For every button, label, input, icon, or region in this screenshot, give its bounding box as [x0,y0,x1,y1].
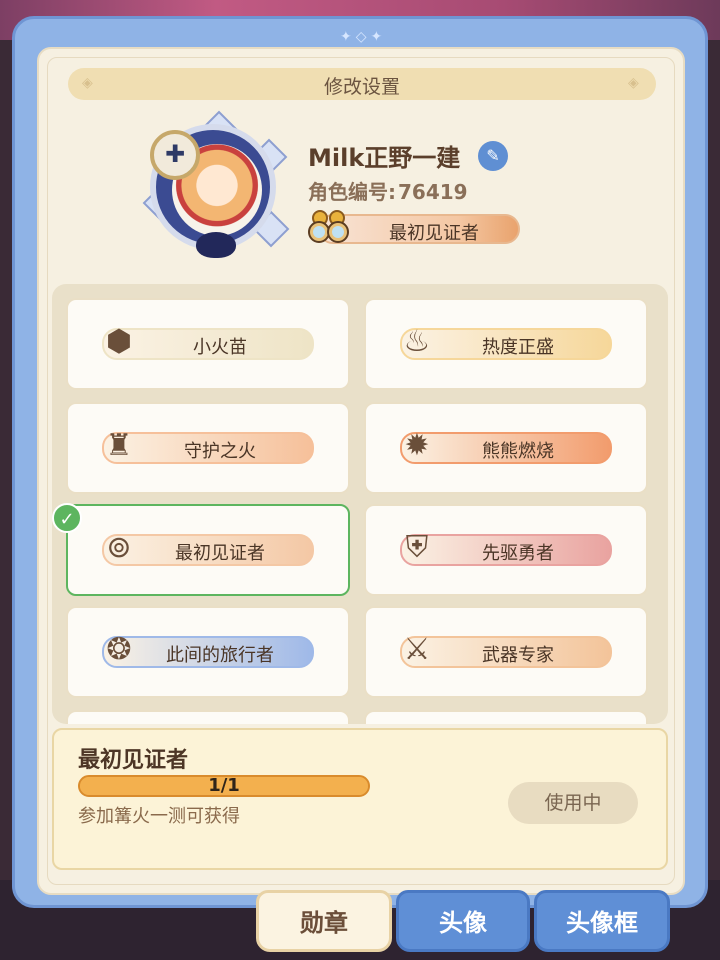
progress-bar: 1/1 [78,775,370,797]
badge-label: 武器专家 [482,645,554,666]
title-bar: ◈ 修改设置 ◈ [68,68,656,100]
detail-description: 参加篝火一测可获得 [78,806,240,827]
page-title: 修改设置 [323,76,400,98]
guardian-flame-icon: ♜ [105,428,133,463]
diamond-icon: ◈ [628,75,639,91]
pioneer-shield-icon: ⛨ [405,530,429,565]
binoculars-icon: ⊚ [106,530,132,565]
avatar[interactable]: ✚ [142,110,290,262]
tab-avatar[interactable]: 头像 [396,890,530,952]
equipped-badge-label: 最初见证者 [389,223,479,244]
badge-card[interactable]: 小火苗 ⬢ [66,298,350,390]
cat-emblem-icon [196,232,236,258]
badge-card[interactable] [364,710,648,724]
player-id: 角色编号: 76419 [308,176,468,205]
badge-label: 热度正盛 [482,337,554,358]
player-id-value: 76419 [398,180,468,204]
badge-card[interactable]: 此间的旅行者 ❂ [66,606,350,698]
badge-card[interactable]: 最初见证者 ⊚ [66,504,350,596]
badge-detail-panel: 最初见证者 1/1 参加篝火一测可获得 使用中 [52,728,668,870]
badge-card[interactable]: 热度正盛 ♨ [364,298,648,390]
detail-title: 最初见证者 [78,748,189,773]
tab-badges[interactable]: 勋章 [256,890,392,952]
binoculars-icon [308,210,349,243]
player-name: Milk正野一建 [308,144,461,172]
in-use-button[interactable]: 使用中 [508,782,638,824]
badge-card[interactable]: 先驱勇者 ⛨ [364,504,648,596]
badge-label: 熊熊燃烧 [482,441,554,462]
crossed-swords-icon: ⚔ [403,632,431,667]
flame-hexagon-icon: ⬢ [105,324,133,359]
blazing-crest-icon: ✹ [404,428,430,463]
badge-card[interactable]: 熊熊燃烧 ✹ [364,402,648,494]
badge-grid[interactable]: 小火苗 ⬢ 热度正盛 ♨ 守护之火 ♜ 熊熊燃烧 ✹ 最初见证者 ⊚ 先驱勇者 ⛨ 此间的旅行者 ❂ 武器专… [52,284,668,724]
progress-text: 1/1 [208,775,240,796]
frame-ornament-icon: ✦◇✦ [340,29,387,45]
cross-medal-icon: ✚ [150,130,200,180]
tab-avatar-frame[interactable]: 头像框 [534,890,670,952]
traveler-shell-icon: ❂ [106,632,132,667]
badge-label: 守护之火 [184,441,256,462]
badge-label: 先驱勇者 [482,543,554,564]
badge-label: 此间的旅行者 [166,645,274,666]
selected-check-icon: ✓ [52,503,82,533]
badge-label: 小火苗 [193,337,247,358]
badge-card[interactable] [66,710,350,724]
badge-card[interactable]: 武器专家 ⚔ [364,606,648,698]
badge-card[interactable]: 守护之火 ♜ [66,402,350,494]
badge-label: 最初见证者 [175,543,265,564]
flame-banner-icon: ♨ [403,324,431,359]
player-id-label: 角色编号: [308,180,396,204]
edit-name-button[interactable]: ✎ [478,141,508,171]
